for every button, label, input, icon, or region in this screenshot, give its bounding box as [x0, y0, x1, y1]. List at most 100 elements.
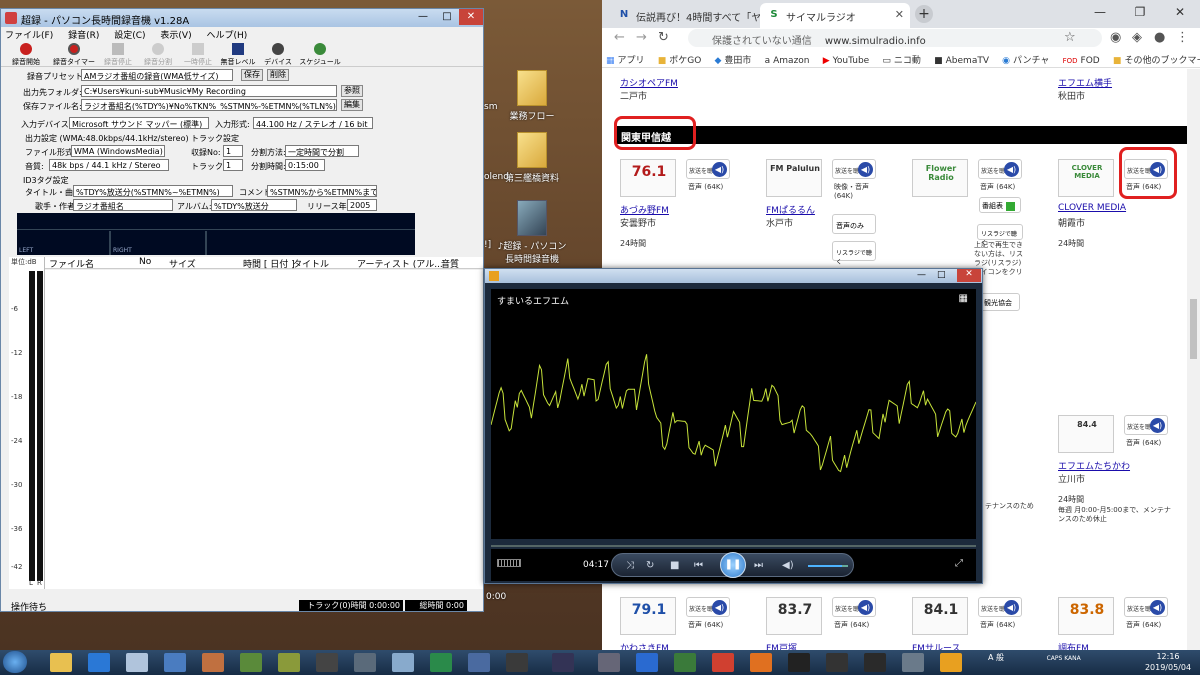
stop-icon[interactable]: ■ [670, 560, 679, 571]
record-split-button[interactable]: 録音分割 [137, 43, 179, 67]
station-logo[interactable]: 76.1 [620, 159, 676, 197]
close-icon[interactable]: ✕ [459, 9, 483, 25]
seek-bar[interactable] [491, 545, 976, 547]
filename-field[interactable]: ラジオ番組名(%TDY%)¥No%TKN%_%STMN%-%ETMN%(%TLN… [81, 99, 337, 111]
listen-button[interactable]: 放送を聴く ◀) [686, 597, 730, 617]
close-tab-icon[interactable]: ✕ [895, 8, 904, 21]
volume-icon[interactable]: ◀) [782, 560, 794, 571]
minimize-icon[interactable]: — [1080, 0, 1120, 24]
title-field[interactable]: %TDY%放送分(%STMN%~%ETMN%) [73, 185, 233, 197]
record-start-button[interactable]: 録音開始 [5, 43, 47, 67]
lisradi-button[interactable]: リスラジで聴く [832, 241, 876, 266]
app-icon[interactable] [240, 653, 262, 672]
silence-level-button[interactable]: 無音レベル [217, 43, 259, 67]
output-folder-field[interactable]: C:¥Users¥kuni-sub¥Music¥My Recording [81, 85, 337, 97]
tab-simulradio[interactable]: S サイマルラジオ ✕ [760, 3, 910, 28]
listen-button[interactable]: 放送を聴く ◀) [978, 159, 1022, 179]
station-name[interactable]: エフエムたちかわ [1058, 459, 1130, 472]
year-field[interactable]: 2005 [347, 199, 377, 211]
reload-icon[interactable]: ↻ [658, 30, 669, 45]
ime-indicator[interactable]: A 般 [988, 653, 1004, 662]
station-logo[interactable]: 84.4 [1058, 415, 1114, 453]
forward-icon[interactable]: → [636, 30, 647, 45]
schedule-button[interactable]: スケジュール [299, 43, 341, 67]
tourism-button[interactable]: 観光協会 [980, 293, 1020, 311]
rec-no-field[interactable]: 1 [223, 145, 243, 157]
close-icon[interactable]: ✕ [1160, 0, 1200, 24]
listen-button[interactable]: 放送を聴く ◀) [832, 159, 876, 179]
bookmark-other[interactable]: ■その他のブックマーク [1113, 53, 1200, 66]
app-icon[interactable] [278, 653, 300, 672]
listen-button[interactable]: 放送を聴く ◀) [686, 159, 730, 179]
comment-field[interactable]: %STMN%から%ETMN%まで(%TLN%の [267, 185, 377, 197]
maximize-icon[interactable]: □ [937, 270, 946, 280]
split-time-field[interactable]: 0:15:00 [285, 159, 325, 171]
station-logo[interactable]: CLOVER MEDIA [1058, 159, 1114, 197]
switch-view-icon[interactable]: ▦ [959, 293, 968, 304]
app-icon[interactable] [354, 653, 376, 672]
station-logo[interactable]: FM Palulun [766, 159, 822, 197]
app-icon[interactable] [674, 653, 696, 672]
menu-icon[interactable]: ⋮ [1176, 30, 1189, 45]
app-icon[interactable] [598, 653, 620, 672]
clock[interactable]: 12:16 2019/05/04 [1138, 651, 1198, 673]
station-name[interactable]: 調布FM [1058, 641, 1089, 650]
station-name[interactable]: FMサルース [912, 641, 961, 650]
device-button[interactable]: デバイス [257, 43, 299, 67]
desktop-shortcut-icon[interactable]: ♪超録 - パソコン長時間録音機 [497, 200, 567, 265]
bookmark-pokego[interactable]: ■ ポケGO [658, 53, 702, 66]
program-guide-button[interactable]: 番組表 [979, 197, 1021, 213]
station-logo[interactable]: 83.8 [1058, 597, 1114, 635]
bookmark-youtube[interactable]: ▶ YouTube [823, 56, 870, 66]
listen-button[interactable]: 放送を聴く ◀) [1124, 415, 1168, 435]
col-time[interactable]: 時間 [ 日付 ] [243, 257, 295, 270]
app-icon[interactable] [826, 653, 848, 672]
close-icon[interactable]: ✕ [957, 269, 981, 282]
album-field[interactable]: %TDY%放送分 [211, 199, 297, 211]
star-icon[interactable]: ☆ [1064, 30, 1076, 45]
bookmark-nicovideo[interactable]: ▭ ニコ動 [882, 53, 921, 66]
previous-icon[interactable]: ⏮ [694, 560, 703, 571]
input-device-select[interactable]: Microsoft サウンド マッパー (標準) [69, 117, 209, 129]
excel-icon[interactable] [430, 653, 452, 672]
col-title[interactable]: タイトル [293, 257, 329, 270]
minimize-icon[interactable]: — [411, 9, 435, 25]
station-name[interactable]: カシオペアFM [620, 76, 678, 89]
listen-button[interactable]: 放送を聴く ◀) [1124, 597, 1168, 617]
media-player-taskbar-icon[interactable] [940, 653, 962, 672]
split-method-select[interactable]: 一定時間で分割 [285, 145, 359, 157]
bookmark-abematv[interactable]: ■ AbemaTV [934, 56, 989, 66]
choroku-taskbar-icon[interactable] [902, 653, 924, 672]
next-icon[interactable]: ⏭ [754, 560, 763, 571]
station-logo[interactable]: 84.1 [912, 597, 968, 635]
repeat-icon[interactable]: ↻ [646, 560, 654, 571]
artist-field[interactable]: ラジオ番組名 [73, 199, 173, 211]
back-icon[interactable]: ← [614, 30, 625, 45]
desktop-folder-icon[interactable]: 業務フロー [497, 70, 567, 122]
save-preset-button[interactable]: 保存 [241, 69, 263, 81]
quality-select[interactable]: 48k bps / 44.1 kHz / Stereo [49, 159, 169, 171]
file-list[interactable] [45, 270, 483, 589]
volume-slider[interactable] [808, 565, 848, 567]
station-logo[interactable]: Flower Radio [912, 159, 968, 197]
extension-icon[interactable]: ◉ [1110, 30, 1121, 45]
shuffle-icon[interactable]: ⤨ [626, 560, 634, 571]
station-name[interactable]: あづみ野FM [620, 203, 669, 216]
page-scrollbar[interactable] [1187, 69, 1200, 650]
start-button[interactable] [3, 651, 27, 673]
record-timer-button[interactable]: 録音タイマー [53, 43, 95, 67]
file-format-select[interactable]: WMA (WindowsMedia) [71, 145, 165, 157]
address-bar[interactable]: 保護されていない通信 www.simulradio.info [688, 29, 1102, 47]
delete-preset-button[interactable]: 削除 [267, 69, 289, 81]
app-icon[interactable] [506, 653, 528, 672]
bookmark-pancha[interactable]: ◉ パンチャ [1002, 53, 1049, 66]
tab-yamato[interactable]: N 伝説再び！4時間すべて「ヤマト [610, 3, 760, 28]
input-format-select[interactable]: 44.100 Hz / ステレオ / 16 bit [253, 117, 373, 129]
new-tab-button[interactable]: + [915, 5, 933, 23]
pause-button[interactable]: ❚❚ [720, 552, 746, 578]
col-artist[interactable]: アーティスト (アル... [357, 257, 443, 270]
unity-icon[interactable] [316, 653, 338, 672]
paint-icon[interactable] [392, 653, 414, 672]
pause-button[interactable]: 一時停止 [177, 43, 219, 67]
listen-button[interactable]: 放送を聴く ◀) [832, 597, 876, 617]
